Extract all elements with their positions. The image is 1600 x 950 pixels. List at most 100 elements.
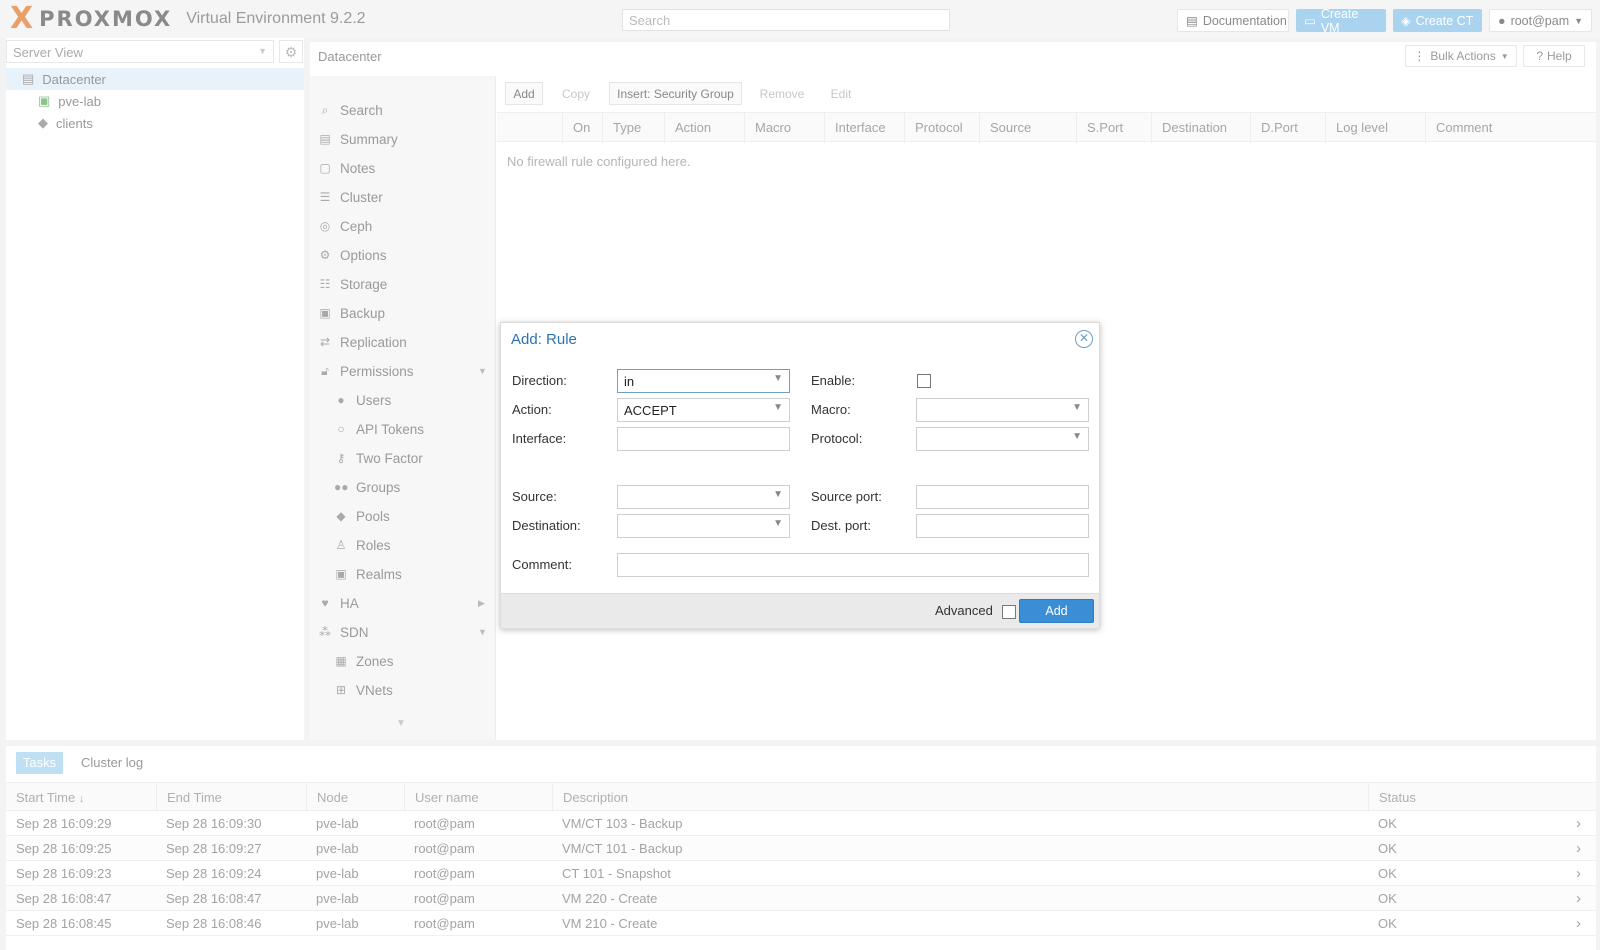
nav-label: Ceph (340, 218, 373, 234)
destination-select[interactable]: ▼ (617, 514, 790, 538)
server-icon: ▣ (38, 93, 51, 108)
column-header-comment[interactable]: Comment (1425, 113, 1596, 143)
nav-item-ha[interactable]: ♥ HA ▶ (318, 591, 484, 615)
table-row[interactable]: Sep 28 16:09:25 Sep 28 16:09:27 pve-lab … (6, 836, 1596, 861)
column-header-description[interactable]: Description (552, 783, 1368, 812)
user-menu-button[interactable]: ● root@pam ▼ (1489, 9, 1592, 32)
nav-item-replication[interactable]: ⇄ Replication (318, 330, 407, 354)
column-header-user[interactable]: User name (404, 783, 552, 812)
tree-node-pve-lab[interactable]: ▣ pve-lab (38, 90, 101, 112)
logo-text: PROXMOX (39, 7, 173, 31)
nav-item-backup[interactable]: ▣ Backup (318, 301, 385, 325)
chevron-right-icon[interactable]: › (1566, 861, 1581, 886)
user-icon: ● (1498, 13, 1506, 28)
nav-item-api-tokens[interactable]: ○ API Tokens (334, 417, 424, 441)
source-label: Source: (512, 489, 557, 504)
nav-item-ceph[interactable]: ◎ Ceph (318, 214, 373, 238)
column-header-action[interactable]: Action (664, 113, 744, 143)
column-header-destination[interactable]: Destination (1151, 113, 1250, 143)
cell-start-time: Sep 28 16:09:23 (16, 866, 112, 881)
table-row[interactable]: Sep 28 16:08:45 Sep 28 16:08:46 pve-lab … (6, 911, 1596, 936)
column-header-log-level[interactable]: Log level (1325, 113, 1425, 143)
nav-item-cluster[interactable]: ☰ Cluster (318, 185, 383, 209)
nav-item-roles[interactable]: ♙ Roles (334, 533, 391, 557)
create-vm-button[interactable]: ▭ Create VM (1296, 7, 1386, 35)
nav-item-zones[interactable]: ▦ Zones (334, 649, 393, 673)
nav-item-groups[interactable]: ●● Groups (334, 475, 400, 499)
chevron-right-icon[interactable]: › (1566, 886, 1581, 911)
source-port-input[interactable] (916, 485, 1089, 509)
tab-cluster-log[interactable]: Cluster log (81, 752, 143, 774)
create-ct-button[interactable]: ◈ Create CT (1393, 9, 1482, 32)
chevron-down-icon: ▼ (1072, 431, 1082, 442)
macro-select[interactable]: ▼ (916, 398, 1089, 422)
nav-item-search[interactable]: ⌕ Search (318, 98, 383, 122)
add-rule-button[interactable]: Add (505, 82, 543, 105)
view-selector[interactable]: Server View ▼ (6, 40, 274, 63)
remove-rule-button[interactable]: Remove (755, 82, 809, 105)
column-header-end-time[interactable]: End Time (156, 783, 306, 812)
source-select[interactable]: ▼ (617, 485, 790, 509)
source-port-label: Source port: (811, 489, 882, 504)
chevron-right-icon[interactable]: › (1566, 811, 1581, 836)
global-search-input[interactable]: Search (622, 9, 950, 31)
comment-input[interactable] (617, 553, 1089, 577)
column-header-dport[interactable]: D.Port (1250, 113, 1325, 143)
nav-item-storage[interactable]: ☷ Storage (318, 272, 388, 296)
nav-item-summary[interactable]: ▤ Summary (318, 127, 397, 151)
add-button[interactable]: Add (1019, 599, 1094, 623)
tree-node-clients[interactable]: ◆ clients (38, 112, 93, 134)
column-header-protocol[interactable]: Protocol (904, 113, 979, 143)
tab-tasks[interactable]: Tasks (16, 752, 63, 774)
column-header-start-time[interactable]: Start Time ↓ (6, 783, 156, 812)
nav-item-realms[interactable]: ▣ Realms (334, 562, 401, 586)
table-row[interactable]: Sep 28 16:09:23 Sep 28 16:09:24 pve-lab … (6, 861, 1596, 886)
help-button[interactable]: ? Help (1523, 45, 1585, 67)
column-header-interface[interactable]: Interface (824, 113, 904, 143)
advanced-checkbox[interactable] (1002, 605, 1016, 619)
nav-item-users[interactable]: ● Users (334, 388, 391, 412)
chevron-right-icon[interactable]: › (1566, 911, 1581, 936)
cell-node: pve-lab (316, 841, 359, 856)
add-rule-dialog: Add: Rule ✕ Direction: in ▼ Enable: Actio… (500, 322, 1100, 629)
protocol-select[interactable]: ▼ (916, 427, 1089, 451)
enable-checkbox[interactable] (917, 374, 931, 388)
copy-rule-button[interactable]: Copy (556, 82, 596, 105)
column-header-type[interactable]: Type (602, 113, 664, 143)
column-header-node[interactable]: Node (306, 783, 404, 812)
bulk-actions-button[interactable]: ⋮ Bulk Actions ▼ (1405, 45, 1517, 67)
column-header-sport[interactable]: S.Port (1076, 113, 1151, 143)
direction-select[interactable]: in ▼ (617, 369, 790, 393)
column-header-status[interactable]: Status (1368, 783, 1568, 812)
gear-icon[interactable]: ⚙ (279, 40, 303, 63)
edit-rule-button[interactable]: Edit (820, 82, 862, 105)
insert-security-group-button[interactable]: Insert: Security Group (609, 82, 742, 105)
nav-label: Two Factor (356, 450, 423, 466)
dest-port-input[interactable] (916, 514, 1089, 538)
nav-item-options[interactable]: ⚙ Options (318, 243, 387, 267)
chevron-down-icon[interactable]: ▼ (396, 718, 406, 729)
nav-item-vnets[interactable]: ⊞ VNets (334, 678, 393, 702)
action-select[interactable]: ACCEPT ▼ (617, 398, 790, 422)
cell-user: root@pam (414, 866, 475, 881)
nav-item-pools[interactable]: ◆ Pools (334, 504, 389, 528)
cell-start-time: Sep 28 16:08:47 (16, 891, 112, 906)
column-header-source[interactable]: Source (979, 113, 1076, 143)
nav-label: Options (340, 247, 387, 263)
interface-input[interactable] (617, 427, 790, 451)
nav-item-permissions[interactable]: 🔓︎ Permissions ▼ (318, 359, 487, 383)
nav-item-sdn[interactable]: ⁂ SDN ▼ (318, 620, 487, 644)
column-header-macro[interactable]: Macro (744, 113, 824, 143)
retweet-icon: ⇄ (319, 335, 331, 349)
cell-node: pve-lab (316, 866, 359, 881)
nav-item-notes[interactable]: ▢ Notes (318, 156, 375, 180)
tree-node-datacenter[interactable]: ▤ Datacenter (22, 68, 106, 90)
column-header-on[interactable]: On (562, 113, 602, 143)
table-row[interactable]: Sep 28 16:08:47 Sep 28 16:08:47 pve-lab … (6, 886, 1596, 911)
documentation-button[interactable]: ▤ Documentation (1177, 9, 1289, 32)
nav-item-two-factor[interactable]: ⚷ Two Factor (334, 446, 423, 470)
close-icon[interactable]: ✕ (1075, 330, 1093, 348)
task-rows: Sep 28 16:09:29 Sep 28 16:09:30 pve-lab … (0, 811, 1600, 941)
chevron-right-icon[interactable]: › (1566, 836, 1581, 861)
table-row[interactable]: Sep 28 16:09:29 Sep 28 16:09:30 pve-lab … (6, 811, 1596, 836)
